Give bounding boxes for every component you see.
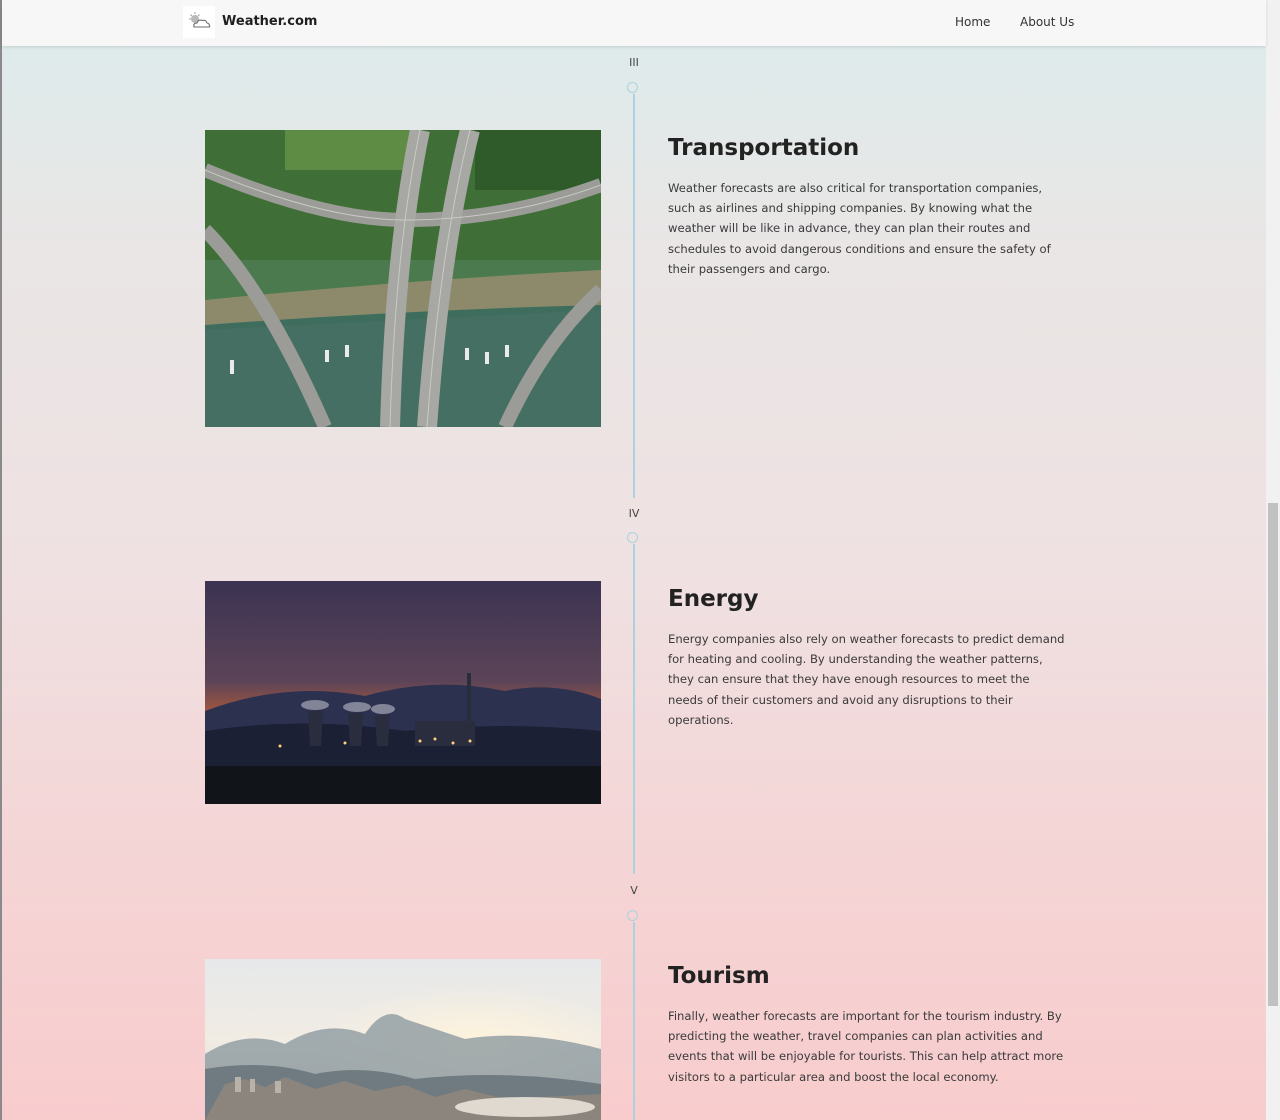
transportation-image [205, 130, 601, 427]
timeline-dot [627, 82, 638, 93]
timeline-dot [627, 910, 638, 921]
timeline-line [633, 922, 635, 1120]
scrollbar-thumb[interactable] [1268, 503, 1278, 1006]
window-edge [0, 0, 2, 1120]
timeline-numeral: III [629, 56, 639, 69]
timeline-numeral: IV [628, 507, 640, 520]
tourism-image [205, 959, 601, 1120]
nav-about-link[interactable]: About Us [1020, 15, 1074, 29]
brand-name[interactable]: Weather.com [222, 14, 317, 29]
timeline-numeral: V [630, 884, 638, 897]
site-header: Weather.com Home About Us [2, 0, 1266, 46]
section-title: Transportation [668, 135, 860, 161]
nav-home-link[interactable]: Home [955, 15, 990, 29]
energy-image [205, 581, 601, 804]
timeline-line [633, 94, 635, 498]
section-text: Finally, weather forecasts are important… [668, 1009, 1064, 1084]
timeline-dot [627, 532, 638, 543]
section-text: Energy companies also rely on weather fo… [668, 632, 1065, 727]
timeline-line [633, 544, 635, 874]
section-text: Weather forecasts are also critical for … [668, 181, 1051, 276]
weather-logo-icon[interactable] [183, 6, 215, 38]
section-title: Tourism [668, 963, 770, 989]
section-title: Energy [668, 586, 759, 612]
